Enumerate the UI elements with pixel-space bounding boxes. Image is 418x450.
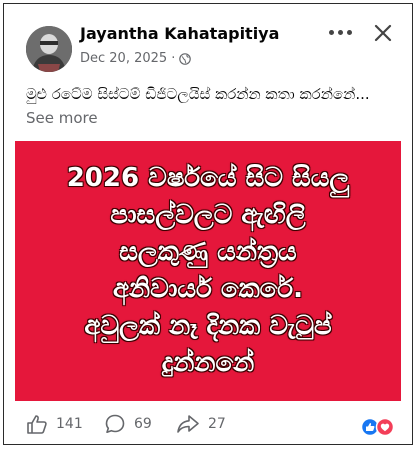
author-name[interactable]: Jayantha Kahatapitiya — [80, 24, 279, 43]
meta-separator: · — [171, 51, 176, 66]
post-actions: 141 69 27 — [4, 409, 412, 443]
more-dot — [346, 29, 352, 35]
share-icon — [177, 415, 199, 433]
more-dots-icon — [328, 29, 334, 35]
comment-icon — [105, 414, 125, 433]
reactions-summary[interactable] — [359, 417, 399, 437]
like-love-reactions-icon — [360, 417, 395, 437]
globe-icon — [179, 52, 192, 65]
like-count: 141 — [56, 416, 83, 432]
author-avatar[interactable] — [26, 26, 72, 72]
post-meta: Dec 20, 2025 · — [80, 51, 192, 66]
thumbs-up-icon — [27, 415, 47, 434]
see-more-link[interactable]: See more — [26, 109, 98, 127]
close-button[interactable] — [372, 22, 394, 44]
share-button[interactable]: 27 — [176, 413, 226, 435]
caption-text: මුළු රටේම සිස්ටම් ඩිජිටලයිස් කරන්න කතා ක… — [26, 85, 370, 103]
post-header: Jayantha Kahatapitiya Dec 20, 2025 · — [4, 4, 412, 76]
banner-line: 2026 වර්ෂයේ සිට සියලු — [66, 163, 350, 193]
post-image-banner[interactable]: 2026 වර්ෂයේ සිට සියලු පාසල්වලට ඇඟිලි සලක… — [15, 141, 401, 401]
banner-line: සලකුණු යන්ත්‍රය — [119, 237, 297, 267]
comment-count: 69 — [134, 416, 152, 432]
like-button[interactable]: 141 — [26, 413, 83, 435]
more-options-button[interactable] — [326, 22, 354, 42]
banner-text: 2026 වර්ෂයේ සිට සියලු පාසල්වලට ඇඟිලි සලක… — [15, 141, 401, 401]
banner-line: අනිවාර්ය කෙරේ. — [113, 274, 303, 304]
close-icon — [374, 24, 392, 42]
post-card: Jayantha Kahatapitiya Dec 20, 2025 · මුළ… — [3, 3, 413, 445]
banner-line: පාසල්වලට ඇඟිලි — [110, 200, 306, 230]
comment-button[interactable]: 69 — [104, 413, 152, 435]
banner-line: දුන්නනේ — [161, 348, 255, 378]
share-count: 27 — [208, 416, 226, 432]
banner-line: අවුලක් නෑ දිනක වැටුප් — [84, 311, 332, 341]
more-dot — [337, 29, 343, 35]
post-caption: මුළු රටේම සිස්ටම් ඩිජිටලයිස් කරන්න කතා ක… — [26, 82, 396, 130]
post-date[interactable]: Dec 20, 2025 — [80, 51, 167, 66]
